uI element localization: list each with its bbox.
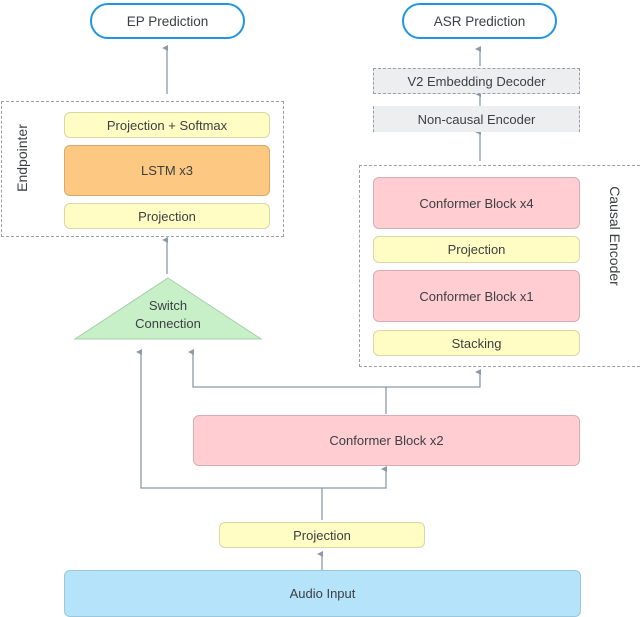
v2-embedding-decoder-label: V2 Embedding Decoder xyxy=(407,73,546,89)
endpointer-projection: Projection xyxy=(64,203,270,229)
arrow-branch-to-causal xyxy=(386,369,481,388)
switch-connection-line1: Switch xyxy=(148,298,188,313)
causal-projection: Projection xyxy=(373,236,580,263)
stacking-block-label: Stacking xyxy=(451,335,502,351)
audio-input: Audio Input xyxy=(64,570,581,617)
switch-connection-line2: Connection xyxy=(135,316,201,331)
endpointer-projection-softmax-label: Projection + Softmax xyxy=(106,117,228,133)
conformer-block-x2: Conformer Block x2 xyxy=(193,415,580,466)
conformer-block-x1: Conformer Block x1 xyxy=(373,270,580,322)
causal-projection-label: Projection xyxy=(447,242,506,257)
conformer-block-x2-label: Conformer Block x2 xyxy=(329,433,444,448)
audio-input-label: Audio Input xyxy=(289,586,356,601)
causal-encoder-label: Causal Encoder xyxy=(607,186,623,286)
arrow-projection-to-conformer xyxy=(322,466,387,489)
endpointer-projection-label: Projection xyxy=(138,208,196,224)
lstm-block: LSTM x3 xyxy=(64,145,270,196)
input-projection: Projection xyxy=(219,522,425,548)
asr-prediction-node: ASR Prediction xyxy=(402,3,557,39)
non-causal-encoder-label: Non-causal Encoder xyxy=(417,111,536,127)
asr-prediction-label: ASR Prediction xyxy=(433,13,526,29)
ep-prediction-label: EP Prediction xyxy=(126,13,209,29)
conformer-block-x4: Conformer Block x4 xyxy=(373,177,580,229)
arrow-conformer-to-branch xyxy=(188,349,387,414)
conformer-block-x1-label: Conformer Block x1 xyxy=(419,288,534,304)
conformer-block-x4-label: Conformer Block x4 xyxy=(419,195,534,211)
ep-prediction-node: EP Prediction xyxy=(90,3,245,39)
non-causal-encoder: Non-causal Encoder xyxy=(373,106,580,132)
switch-connection-label: Switch Connection xyxy=(113,297,223,333)
v2-embedding-decoder: V2 Embedding Decoder xyxy=(373,68,580,94)
input-projection-label: Projection xyxy=(293,527,351,543)
endpointer-projection-softmax: Projection + Softmax xyxy=(64,112,270,138)
lstm-block-label: LSTM x3 xyxy=(140,163,193,178)
stacking-block: Stacking xyxy=(373,330,580,356)
endpointer-label: Endpointer xyxy=(14,124,30,192)
